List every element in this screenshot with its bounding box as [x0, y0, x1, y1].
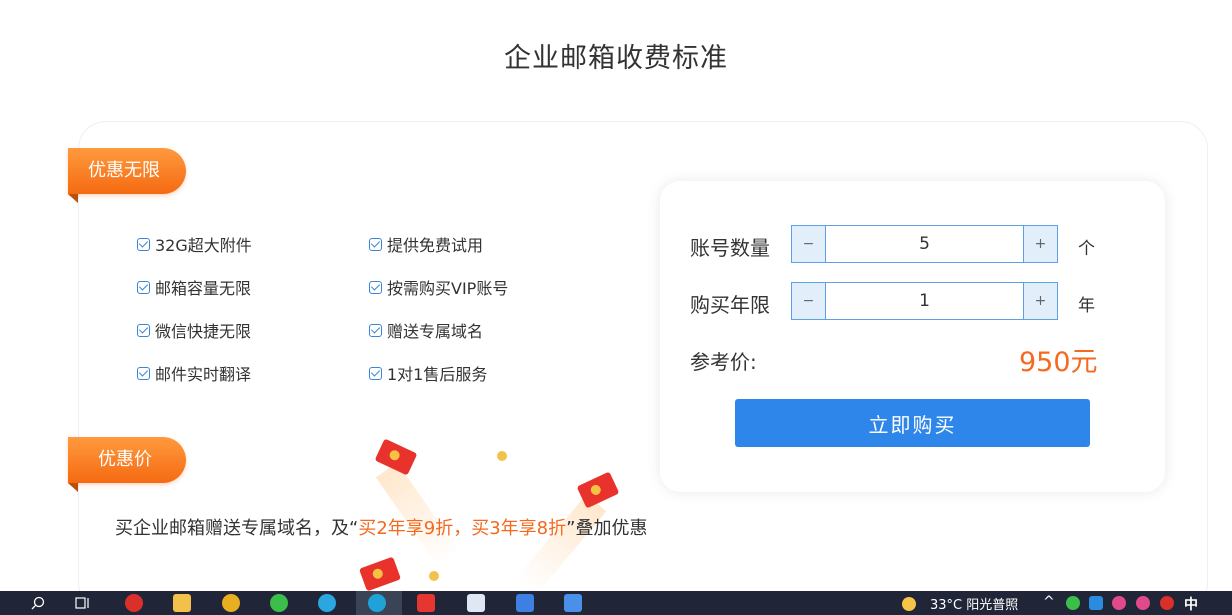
weather-text[interactable]: 33°C 阳光普照 [930, 594, 1018, 613]
feature-label: 提供免费试用 [387, 236, 484, 255]
years-increase-button[interactable]: + [1023, 283, 1057, 319]
years-decrease-button[interactable]: − [792, 283, 826, 319]
feature-label: 32G超大附件 [155, 236, 252, 255]
file-explorer-icon[interactable] [173, 594, 191, 612]
wechat-icon[interactable] [270, 594, 288, 612]
accounts-input[interactable]: 5 [826, 226, 1023, 262]
ime-indicator[interactable]: 中 [1184, 594, 1198, 614]
feature-item: 微信快捷无限 [137, 319, 251, 341]
qq-tray-icon[interactable] [1112, 596, 1126, 610]
promo-highlight: 买2年享9折，买3年享8折 [358, 518, 567, 539]
checkbox-icon [369, 366, 382, 380]
price-value: 950元 [1019, 347, 1098, 378]
promo-suffix: ”叠加优惠 [566, 518, 648, 539]
checkbox-icon [137, 237, 150, 251]
promo-text: 买企业邮箱赠送专属域名，及“买2年享9折，买3年享8折”叠加优惠 [115, 514, 647, 540]
qq-icon[interactable] [222, 594, 240, 612]
feature-label: 邮件实时翻译 [155, 365, 252, 384]
tray-app-icon[interactable] [1089, 596, 1103, 610]
feature-label: 1对1售后服务 [387, 365, 488, 384]
app-icon-blue[interactable] [516, 594, 534, 612]
checkbox-icon [369, 323, 382, 337]
wechat-tray-icon[interactable] [1066, 596, 1080, 610]
checkbox-icon [369, 237, 382, 251]
accounts-stepper: − 5 + [791, 225, 1058, 263]
chevron-up-icon[interactable]: ^ [1043, 594, 1055, 610]
qq-tray-icon-2[interactable] [1136, 596, 1150, 610]
search-icon[interactable] [31, 596, 45, 610]
accounts-increase-button[interactable]: + [1023, 226, 1057, 262]
checkbox-icon [137, 323, 150, 337]
search-app-icon[interactable] [318, 594, 336, 612]
coin-icon [429, 571, 439, 581]
weather-icon [902, 597, 916, 611]
task-view-icon[interactable] [75, 596, 91, 610]
feature-label: 按需购买VIP账号 [387, 279, 509, 298]
checkbox-icon [137, 280, 150, 294]
years-stepper: − 1 + [791, 282, 1058, 320]
feature-item: 32G超大附件 [137, 233, 252, 255]
accounts-label: 账号数量 [690, 236, 770, 260]
taskbar: 33°C 阳光普照 ^ 中 [0, 591, 1232, 615]
feature-item: 邮件实时翻译 [137, 362, 251, 384]
feature-item: 赠送专属域名 [369, 319, 483, 341]
feature-item: 1对1售后服务 [369, 362, 487, 384]
accounts-unit: 个 [1078, 239, 1095, 259]
feature-label: 微信快捷无限 [155, 322, 252, 341]
app-icon-blue-2[interactable] [564, 594, 582, 612]
price-label: 参考价: [690, 350, 757, 374]
discount-ribbon: 优惠价 [68, 437, 186, 492]
image-viewer-icon[interactable] [467, 594, 485, 612]
years-label: 购买年限 [690, 293, 770, 317]
red-tray-icon[interactable] [1160, 596, 1174, 610]
checkbox-icon [369, 280, 382, 294]
edge-browser-icon[interactable] [368, 594, 386, 612]
app-icon-red[interactable] [125, 594, 143, 612]
wps-icon[interactable] [417, 594, 435, 612]
feature-item: 按需购买VIP账号 [369, 276, 508, 298]
promo-prefix: 买企业邮箱赠送专属域名，及“ [115, 518, 359, 539]
feature-item: 邮箱容量无限 [137, 276, 251, 298]
benefits-ribbon: 优惠无限 [68, 148, 186, 203]
feature-item: 提供免费试用 [369, 233, 483, 255]
years-unit: 年 [1078, 296, 1095, 316]
feature-label: 赠送专属域名 [387, 322, 484, 341]
years-input[interactable]: 1 [826, 283, 1023, 319]
buy-now-button[interactable]: 立即购买 [735, 399, 1090, 447]
page-title: 企业邮箱收费标准 [504, 43, 728, 74]
checkbox-icon [137, 366, 150, 380]
accounts-decrease-button[interactable]: − [792, 226, 826, 262]
coin-icon [497, 451, 507, 461]
feature-label: 邮箱容量无限 [155, 279, 252, 298]
